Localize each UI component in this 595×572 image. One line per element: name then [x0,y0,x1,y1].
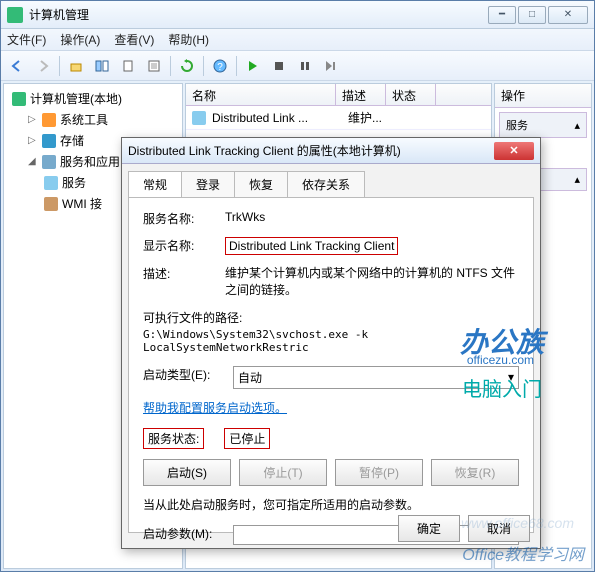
refresh-button[interactable] [175,54,199,78]
window-title: 计算机管理 [29,6,486,23]
toolbar: ? [1,51,594,81]
restart-button[interactable] [319,54,343,78]
tab-general[interactable]: 常规 [128,171,182,198]
dialog-title: Distributed Link Tracking Client 的属性(本地计… [128,142,494,159]
export-button[interactable] [116,54,140,78]
chevron-up-icon: ▴ [574,173,580,186]
gear-icon [192,111,206,125]
value-service-name: TrkWks [225,210,519,224]
actions-header: 操作 [495,84,591,108]
pause-button-disabled: 暂停(P) [335,459,423,486]
chevron-down-icon: ▾ [508,370,514,384]
close-button[interactable]: ✕ [548,6,588,24]
col-status[interactable]: 状态 [386,84,436,105]
stop-button-disabled: 停止(T) [239,459,327,486]
label-exe-path: 可执行文件的路径: [143,309,519,326]
tab-recovery[interactable]: 恢复 [234,171,288,198]
dialog-footer: 确定 取消 [398,515,530,542]
titlebar: 计算机管理 ━ □ ✕ [1,1,594,29]
cancel-button[interactable]: 取消 [468,515,530,542]
resume-button-disabled: 恢复(R) [431,459,519,486]
value-exe-path: G:\Windows\System32\svchost.exe -k Local… [143,328,519,354]
chevron-up-icon: ▴ [574,119,580,132]
label-startup-type: 启动类型(E): [143,366,233,383]
up-button[interactable] [64,54,88,78]
menubar: 文件(F) 操作(A) 查看(V) 帮助(H) [1,29,594,51]
menu-help[interactable]: 帮助(H) [168,31,209,48]
help-button[interactable]: ? [208,54,232,78]
value-display-name: Distributed Link Tracking Client [225,237,398,255]
tab-body: 服务名称: TrkWks 显示名称: Distributed Link Trac… [128,197,534,533]
value-description: 维护某个计算机内或某个网络中的计算机的 NTFS 文件之间的链接。 [225,265,519,299]
stop-button[interactable] [267,54,291,78]
dialog-close-button[interactable]: ✕ [494,142,534,160]
label-display-name: 显示名称: [143,237,225,254]
column-header: 名称 描述 状态 [186,84,491,106]
actions-services[interactable]: 服务▴ [499,112,587,138]
dialog-titlebar: Distributed Link Tracking Client 的属性(本地计… [122,138,540,164]
pause-button[interactable] [293,54,317,78]
startup-type-select[interactable]: 自动 ▾ [233,366,519,389]
show-hide-button[interactable] [90,54,114,78]
list-row[interactable]: Distributed Link ... 维护... [186,106,491,130]
back-button[interactable] [5,54,29,78]
label-service-name: 服务名称: [143,210,225,227]
menu-action[interactable]: 操作(A) [60,31,100,48]
label-service-status: 服务状态: [143,428,204,449]
main-window: 计算机管理 ━ □ ✕ 文件(F) 操作(A) 查看(V) 帮助(H) ? 计算… [0,0,595,572]
minimize-button[interactable]: ━ [488,6,516,24]
start-button[interactable]: 启动(S) [143,459,231,486]
tab-dependencies[interactable]: 依存关系 [287,171,365,198]
forward-button[interactable] [31,54,55,78]
maximize-button[interactable]: □ [518,6,546,24]
menu-file[interactable]: 文件(F) [7,31,46,48]
hint-text: 当从此处启动服务时，您可指定所适用的启动参数。 [143,496,519,513]
dialog-tabs: 常规 登录 恢复 依存关系 [128,170,534,197]
label-start-params: 启动参数(M): [143,525,233,542]
play-button[interactable] [241,54,265,78]
col-desc[interactable]: 描述 [336,84,386,105]
menu-view[interactable]: 查看(V) [114,31,154,48]
app-icon [7,7,23,23]
ok-button[interactable]: 确定 [398,515,460,542]
window-buttons: ━ □ ✕ [486,6,588,24]
tree-root[interactable]: 计算机管理(本地) [8,88,178,109]
properties-dialog: Distributed Link Tracking Client 的属性(本地计… [121,137,541,549]
value-service-status: 已停止 [224,428,270,449]
properties-button[interactable] [142,54,166,78]
help-link[interactable]: 帮助我配置服务启动选项。 [143,401,287,415]
tab-logon[interactable]: 登录 [181,171,235,198]
svg-text:?: ? [217,62,223,73]
tree-system-tools[interactable]: ▷系统工具 [8,109,178,130]
label-description: 描述: [143,265,225,282]
col-name[interactable]: 名称 [186,84,336,105]
